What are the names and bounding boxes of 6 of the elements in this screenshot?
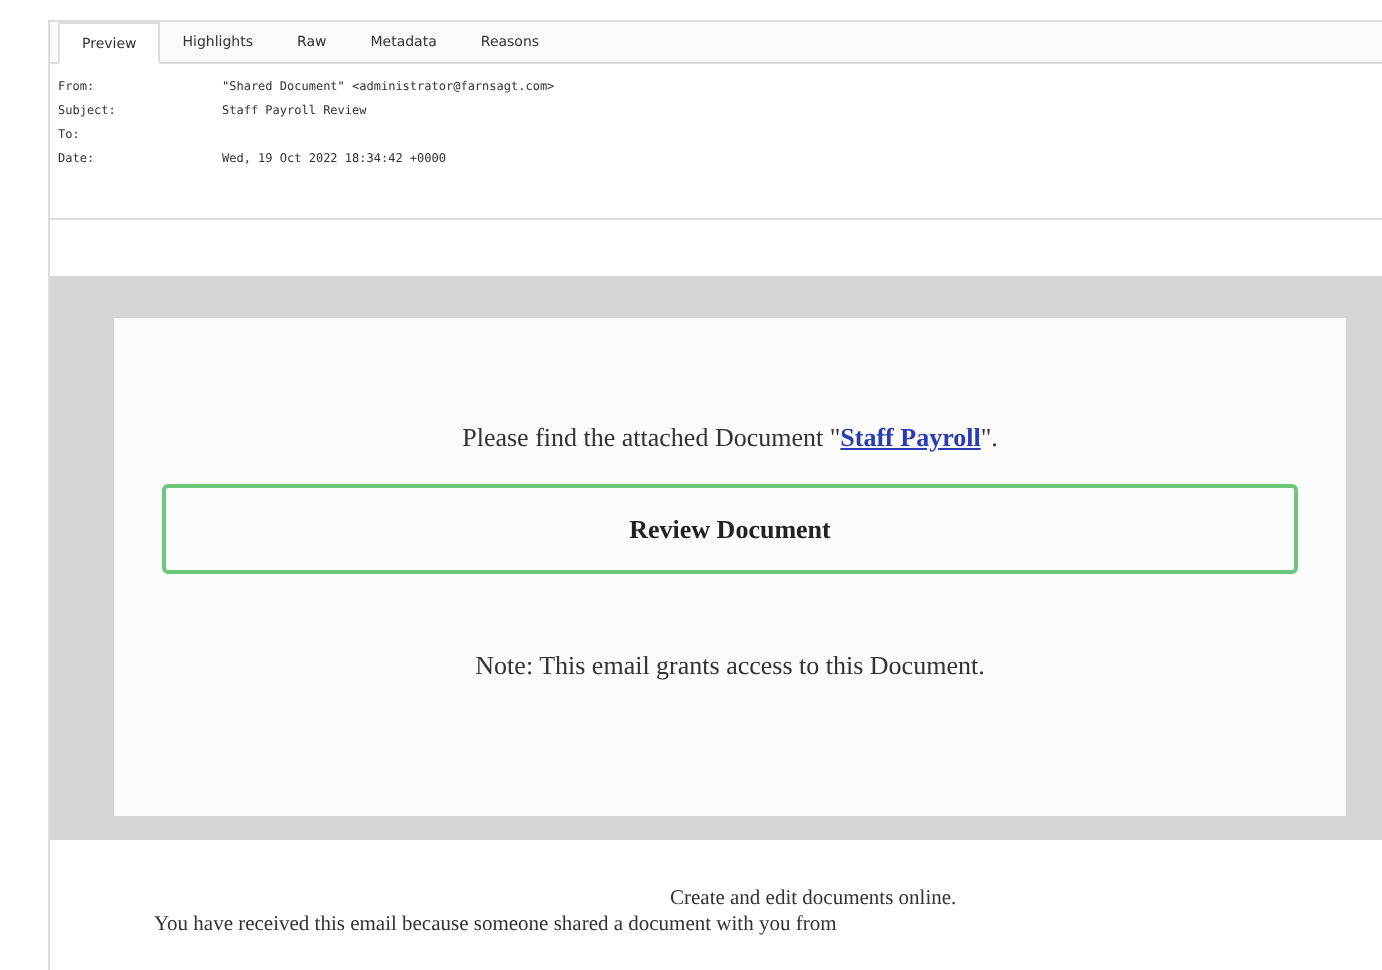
footer-text: You have received this email because someone shared a document with you from — [154, 914, 839, 936]
footer-text: Create and edit documents online. — [670, 888, 959, 910]
note-text: Note: This email grants access to this Document. — [475, 650, 985, 682]
review-document-button[interactable]: Review Document — [162, 484, 1298, 574]
document-link[interactable]: Staff Payroll — [840, 422, 981, 452]
message-text: Please find the attached Document "Staff Payroll". — [462, 422, 998, 454]
